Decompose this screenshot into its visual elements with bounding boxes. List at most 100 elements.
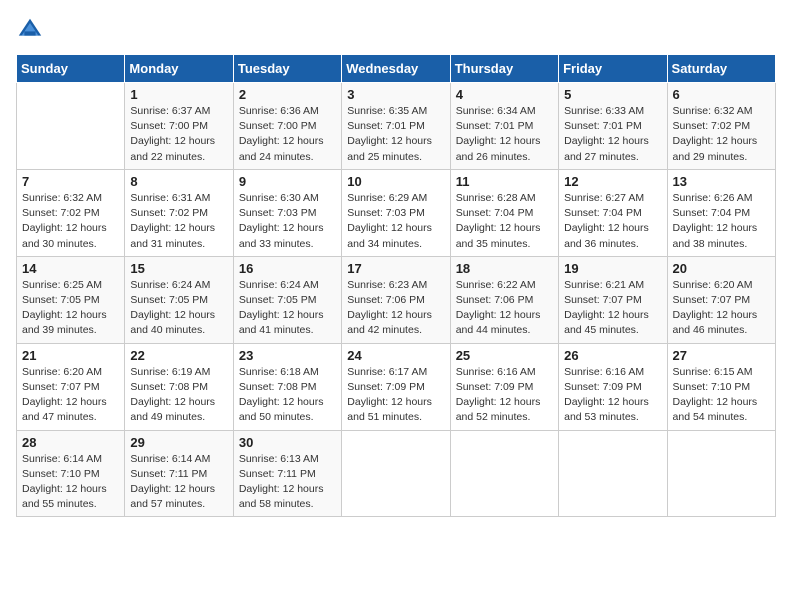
day-cell: 3 Sunrise: 6:35 AM Sunset: 7:01 PM Daylig… [342, 83, 450, 170]
day-info: Sunrise: 6:23 AM Sunset: 7:06 PM Dayligh… [347, 278, 444, 339]
day-info: Sunrise: 6:20 AM Sunset: 7:07 PM Dayligh… [22, 365, 119, 426]
day-cell: 20Sunrise: 6:20 AM Sunset: 7:07 PM Dayli… [667, 256, 775, 343]
day-info: Sunrise: 6:29 AM Sunset: 7:03 PM Dayligh… [347, 191, 444, 252]
day-number: 8 [130, 174, 227, 189]
day-info: Sunrise: 6:26 AM Sunset: 7:04 PM Dayligh… [673, 191, 770, 252]
day-cell: 12 Sunrise: 6:27 AM Sunset: 7:04 PM Dayli… [559, 169, 667, 256]
day-number: 2 [239, 87, 336, 102]
day-info: Sunrise: 6:27 AM Sunset: 7:04 PM Dayligh… [564, 191, 661, 252]
calendar-table: SundayMondayTuesdayWednesdayThursdayFrid… [16, 54, 776, 517]
day-info: Sunrise: 6:24 AM Sunset: 7:05 PM Dayligh… [239, 278, 336, 339]
day-number: 16 [239, 261, 336, 276]
day-cell: 1 Sunrise: 6:37 AM Sunset: 7:00 PM Daylig… [125, 83, 233, 170]
column-headers: SundayMondayTuesdayWednesdayThursdayFrid… [17, 55, 776, 83]
day-cell: 28 Sunrise: 6:14 AM Sunset: 7:10 PM Dayli… [17, 430, 125, 517]
week-row-3: 14Sunrise: 6:25 AM Sunset: 7:05 PM Dayli… [17, 256, 776, 343]
col-header-saturday: Saturday [667, 55, 775, 83]
day-number: 26 [564, 348, 661, 363]
day-info: Sunrise: 6:21 AM Sunset: 7:07 PM Dayligh… [564, 278, 661, 339]
day-info: Sunrise: 6:32 AM Sunset: 7:02 PM Dayligh… [22, 191, 119, 252]
day-cell: 9Sunrise: 6:30 AM Sunset: 7:03 PM Daylig… [233, 169, 341, 256]
day-info: Sunrise: 6:37 AM Sunset: 7:00 PM Dayligh… [130, 104, 227, 165]
day-cell: 10 Sunrise: 6:29 AM Sunset: 7:03 PM Dayli… [342, 169, 450, 256]
day-number: 3 [347, 87, 444, 102]
day-cell: 18 Sunrise: 6:22 AM Sunset: 7:06 PM Dayli… [450, 256, 558, 343]
day-number: 20 [673, 261, 770, 276]
day-cell: 23 Sunrise: 6:18 AM Sunset: 7:08 PM Dayli… [233, 343, 341, 430]
day-number: 24 [347, 348, 444, 363]
day-cell: 21 Sunrise: 6:20 AM Sunset: 7:07 PM Dayli… [17, 343, 125, 430]
day-cell: 15 Sunrise: 6:24 AM Sunset: 7:05 PM Dayli… [125, 256, 233, 343]
page-header [16, 16, 776, 44]
day-cell: 25 Sunrise: 6:16 AM Sunset: 7:09 PM Dayli… [450, 343, 558, 430]
day-info: Sunrise: 6:13 AM Sunset: 7:11 PM Dayligh… [239, 452, 336, 513]
day-info: Sunrise: 6:28 AM Sunset: 7:04 PM Dayligh… [456, 191, 553, 252]
day-cell: 24 Sunrise: 6:17 AM Sunset: 7:09 PM Dayli… [342, 343, 450, 430]
day-number: 15 [130, 261, 227, 276]
day-number: 9 [239, 174, 336, 189]
day-number: 25 [456, 348, 553, 363]
day-info: Sunrise: 6:14 AM Sunset: 7:10 PM Dayligh… [22, 452, 119, 513]
day-number: 6 [673, 87, 770, 102]
col-header-friday: Friday [559, 55, 667, 83]
day-cell: 16 Sunrise: 6:24 AM Sunset: 7:05 PM Dayli… [233, 256, 341, 343]
week-row-5: 28 Sunrise: 6:14 AM Sunset: 7:10 PM Dayli… [17, 430, 776, 517]
day-number: 23 [239, 348, 336, 363]
day-cell: 8Sunrise: 6:31 AM Sunset: 7:02 PM Daylig… [125, 169, 233, 256]
day-cell: 27Sunrise: 6:15 AM Sunset: 7:10 PM Dayli… [667, 343, 775, 430]
day-info: Sunrise: 6:17 AM Sunset: 7:09 PM Dayligh… [347, 365, 444, 426]
day-info: Sunrise: 6:25 AM Sunset: 7:05 PM Dayligh… [22, 278, 119, 339]
day-cell: 13 Sunrise: 6:26 AM Sunset: 7:04 PM Dayli… [667, 169, 775, 256]
day-number: 12 [564, 174, 661, 189]
day-info: Sunrise: 6:22 AM Sunset: 7:06 PM Dayligh… [456, 278, 553, 339]
day-number: 10 [347, 174, 444, 189]
day-info: Sunrise: 6:24 AM Sunset: 7:05 PM Dayligh… [130, 278, 227, 339]
day-info: Sunrise: 6:35 AM Sunset: 7:01 PM Dayligh… [347, 104, 444, 165]
day-info: Sunrise: 6:19 AM Sunset: 7:08 PM Dayligh… [130, 365, 227, 426]
day-number: 28 [22, 435, 119, 450]
day-info: Sunrise: 6:18 AM Sunset: 7:08 PM Dayligh… [239, 365, 336, 426]
logo-icon [16, 16, 44, 44]
day-number: 11 [456, 174, 553, 189]
day-number: 7 [22, 174, 119, 189]
week-row-1: 1 Sunrise: 6:37 AM Sunset: 7:00 PM Daylig… [17, 83, 776, 170]
day-cell: 26Sunrise: 6:16 AM Sunset: 7:09 PM Dayli… [559, 343, 667, 430]
day-cell [342, 430, 450, 517]
logo [16, 16, 48, 44]
col-header-sunday: Sunday [17, 55, 125, 83]
day-info: Sunrise: 6:14 AM Sunset: 7:11 PM Dayligh… [130, 452, 227, 513]
day-number: 29 [130, 435, 227, 450]
day-cell: 17 Sunrise: 6:23 AM Sunset: 7:06 PM Dayli… [342, 256, 450, 343]
day-number: 27 [673, 348, 770, 363]
col-header-wednesday: Wednesday [342, 55, 450, 83]
week-row-2: 7 Sunrise: 6:32 AM Sunset: 7:02 PM Daylig… [17, 169, 776, 256]
day-cell: 29 Sunrise: 6:14 AM Sunset: 7:11 PM Dayli… [125, 430, 233, 517]
day-cell [17, 83, 125, 170]
day-number: 18 [456, 261, 553, 276]
day-cell: 2 Sunrise: 6:36 AM Sunset: 7:00 PM Daylig… [233, 83, 341, 170]
day-number: 4 [456, 87, 553, 102]
day-info: Sunrise: 6:34 AM Sunset: 7:01 PM Dayligh… [456, 104, 553, 165]
day-cell: 4 Sunrise: 6:34 AM Sunset: 7:01 PM Daylig… [450, 83, 558, 170]
day-number: 22 [130, 348, 227, 363]
col-header-tuesday: Tuesday [233, 55, 341, 83]
day-cell: 6 Sunrise: 6:32 AM Sunset: 7:02 PM Daylig… [667, 83, 775, 170]
day-number: 1 [130, 87, 227, 102]
day-number: 30 [239, 435, 336, 450]
day-number: 13 [673, 174, 770, 189]
day-cell [450, 430, 558, 517]
day-info: Sunrise: 6:16 AM Sunset: 7:09 PM Dayligh… [456, 365, 553, 426]
day-number: 21 [22, 348, 119, 363]
day-number: 17 [347, 261, 444, 276]
day-cell [559, 430, 667, 517]
day-cell: 30 Sunrise: 6:13 AM Sunset: 7:11 PM Dayli… [233, 430, 341, 517]
day-info: Sunrise: 6:36 AM Sunset: 7:00 PM Dayligh… [239, 104, 336, 165]
day-cell: 22 Sunrise: 6:19 AM Sunset: 7:08 PM Dayli… [125, 343, 233, 430]
day-cell: 5Sunrise: 6:33 AM Sunset: 7:01 PM Daylig… [559, 83, 667, 170]
day-number: 19 [564, 261, 661, 276]
day-cell: 19 Sunrise: 6:21 AM Sunset: 7:07 PM Dayli… [559, 256, 667, 343]
day-info: Sunrise: 6:32 AM Sunset: 7:02 PM Dayligh… [673, 104, 770, 165]
day-cell [667, 430, 775, 517]
day-number: 5 [564, 87, 661, 102]
day-cell: 7 Sunrise: 6:32 AM Sunset: 7:02 PM Daylig… [17, 169, 125, 256]
